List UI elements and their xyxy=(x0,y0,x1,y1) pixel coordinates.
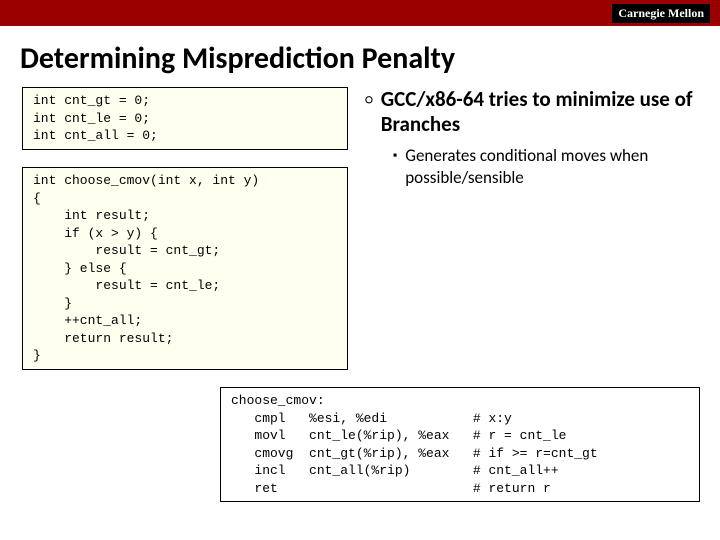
circle-bullet-icon: ○ xyxy=(365,87,373,113)
square-bullet-icon: ▪ xyxy=(393,145,397,167)
brand-label: Carnegie Mellon xyxy=(612,4,710,23)
bullet-level-2: ▪ Generates conditional moves when possi… xyxy=(393,145,700,188)
code-block-assembly: choose_cmov: cmpl %esi, %edi # x:y movl … xyxy=(220,387,700,502)
bullet-level-1: ○ GCC/x86-64 tries to minimize use of Br… xyxy=(365,87,700,137)
header-bar: Carnegie Mellon xyxy=(0,0,720,26)
bullet-1-text: GCC/x86-64 tries to minimize use of Bran… xyxy=(381,87,700,137)
slide-title: Determining Misprediction Penalty xyxy=(0,26,720,87)
code-block-function: int choose_cmov(int x, int y) { int resu… xyxy=(22,167,348,370)
code-block-globals: int cnt_gt = 0; int cnt_le = 0; int cnt_… xyxy=(22,87,348,150)
bullet-list: ○ GCC/x86-64 tries to minimize use of Br… xyxy=(365,87,700,188)
bullet-2-text: Generates conditional moves when possibl… xyxy=(405,145,700,188)
